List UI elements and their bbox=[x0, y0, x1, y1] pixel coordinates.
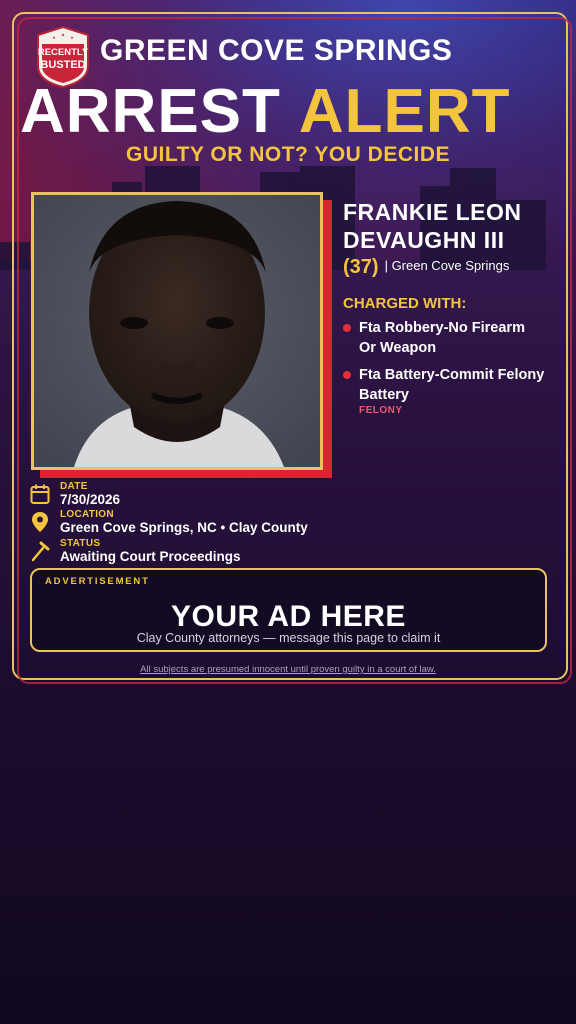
charge-line: Battery bbox=[359, 387, 409, 403]
headline: ARREST ALERT bbox=[20, 80, 560, 144]
subject-name: FRANKIE LEON DEVAUGHN III bbox=[343, 198, 563, 254]
subject-location-short: | Green Cove Springs bbox=[384, 258, 510, 273]
severity-label: FELONY bbox=[359, 405, 403, 416]
ad-title: YOUR AD HERE bbox=[171, 600, 406, 633]
charge-line: Fta Robbery-No Firearm bbox=[359, 320, 525, 336]
location-value: Green Cove Springs, NC • Clay County bbox=[60, 520, 308, 535]
info-date: DATE 7/30/2026 bbox=[30, 481, 360, 509]
charge-item: Fta Robbery-No Firearm Or Weapon bbox=[343, 318, 558, 358]
subject-age: (37) bbox=[343, 256, 379, 278]
status-label: STATUS bbox=[60, 538, 101, 549]
mugshot-image bbox=[34, 195, 320, 467]
charged-with-label: CHARGED WITH: bbox=[343, 295, 467, 312]
ad-label: ADVERTISEMENT bbox=[45, 576, 150, 587]
status-value: Awaiting Court Proceedings bbox=[60, 549, 241, 564]
headline-alert: ALERT bbox=[298, 77, 511, 146]
city-title: GREEN COVE SPRINGS bbox=[100, 34, 453, 67]
gavel-icon bbox=[31, 541, 50, 562]
mugshot-photo bbox=[31, 192, 323, 470]
charge-line: Fta Battery-Commit Felony bbox=[359, 367, 545, 383]
date-value: 7/30/2026 bbox=[60, 492, 121, 507]
bullet-icon bbox=[343, 371, 351, 379]
disclaimer[interactable]: All subjects are presumed innocent until… bbox=[0, 664, 576, 675]
info-status: STATUS Awaiting Court Proceedings bbox=[30, 538, 360, 566]
age-line: (37) | Green Cove Springs bbox=[343, 256, 573, 279]
bullet-icon bbox=[343, 324, 351, 332]
advertisement-box[interactable]: ADVERTISEMENT YOUR AD HERE Clay County a… bbox=[30, 568, 547, 652]
calendar-icon bbox=[30, 484, 50, 504]
date-label: DATE bbox=[60, 481, 88, 492]
location-label: LOCATION bbox=[60, 509, 114, 520]
location-pin-icon bbox=[32, 512, 48, 532]
charge-line: Or Weapon bbox=[359, 340, 437, 356]
badge-line2: BUSTED bbox=[40, 59, 85, 71]
headline-arrest: ARREST bbox=[20, 77, 281, 146]
tagline: GUILTY OR NOT? YOU DECIDE bbox=[125, 143, 451, 166]
ad-subtitle: Clay County attorneys — message this pag… bbox=[136, 631, 441, 645]
badge-line1: RECENTLY bbox=[38, 47, 89, 58]
charge-item: Fta Battery-Commit Felony Battery bbox=[343, 365, 558, 405]
info-location: LOCATION Green Cove Springs, NC • Clay C… bbox=[30, 509, 360, 537]
subject-name-line2: DEVAUGHN III bbox=[343, 227, 505, 253]
subject-name-line1: FRANKIE LEON bbox=[343, 199, 522, 225]
